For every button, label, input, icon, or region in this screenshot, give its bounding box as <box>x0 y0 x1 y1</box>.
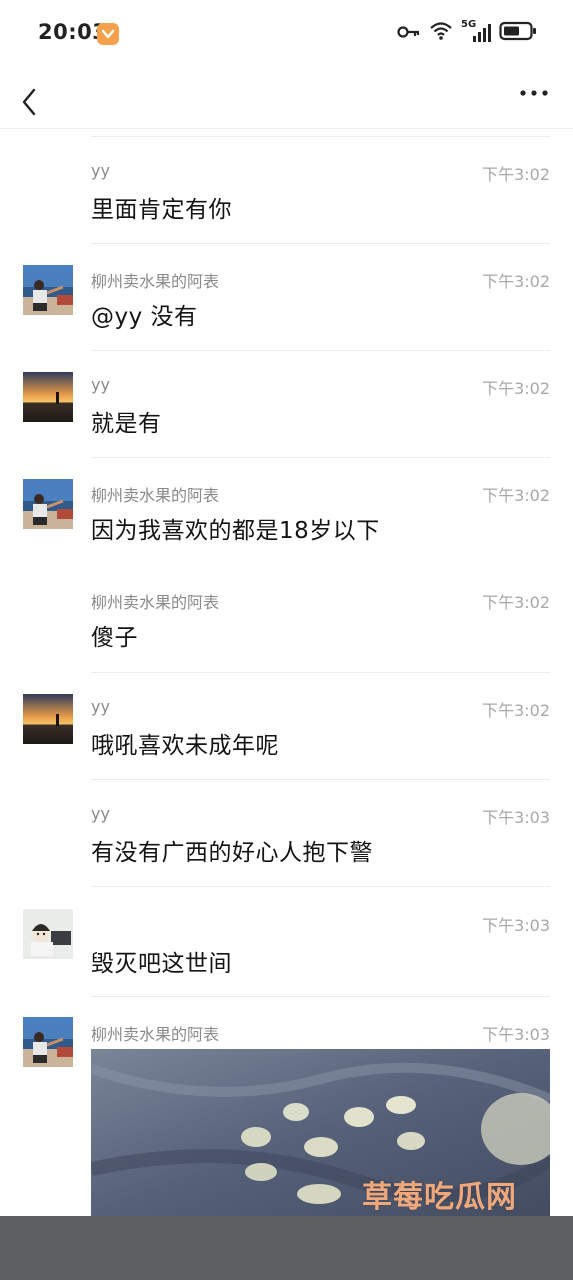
message-text: 有没有广西的好心人抱下警 <box>91 840 373 866</box>
wifi-icon <box>429 21 453 45</box>
avatar-man-by-sea[interactable] <box>23 1017 73 1067</box>
message-text: 哦吼喜欢未成年呢 <box>91 733 279 759</box>
message-text: 就是有 <box>91 411 162 437</box>
divider <box>91 350 550 351</box>
message-time: 下午3:03 <box>482 916 550 935</box>
divider <box>91 996 550 997</box>
divider <box>91 136 550 137</box>
battery-icon <box>499 21 537 45</box>
divider <box>91 886 550 887</box>
cellular-signal-icon: 5G <box>461 19 491 44</box>
sender-name: 柳州卖水果的阿表 <box>91 1025 220 1044</box>
status-icons: 5G <box>397 19 537 45</box>
more-horizontal-icon <box>520 90 548 96</box>
message-text: 傻子 <box>91 625 138 651</box>
avatar-sunset[interactable] <box>23 372 73 422</box>
message-time: 下午3:02 <box>482 701 550 720</box>
message-time: 下午3:02 <box>482 486 550 505</box>
sender-name: yy <box>91 804 110 823</box>
message-text: @yy 没有 <box>91 304 198 330</box>
vpn-key-icon <box>397 24 421 43</box>
divider <box>91 243 550 244</box>
sender-name: 柳州卖水果的阿表 <box>91 486 220 505</box>
avatar-man-by-sea[interactable] <box>23 479 73 529</box>
message-time: 下午3:03 <box>482 808 550 827</box>
divider <box>91 779 550 780</box>
navigation-bar <box>0 66 573 129</box>
divider <box>91 672 550 673</box>
avatar-man-by-sea[interactable] <box>23 265 73 315</box>
sender-name: yy <box>91 161 110 180</box>
avatar-sunset[interactable] <box>23 694 73 744</box>
watermark-text: 草莓吃瓜网 <box>362 1180 517 1215</box>
sender-name: 柳州卖水果的阿表 <box>91 272 220 291</box>
avatar-cartoon-person[interactable] <box>23 909 73 959</box>
sender-name: yy <box>91 375 110 394</box>
message-time: 下午3:02 <box>482 593 550 612</box>
sender-name: 柳州卖水果的阿表 <box>91 593 220 612</box>
chevron-left-icon <box>22 88 36 116</box>
app-notification-icon <box>97 23 119 45</box>
back-button[interactable] <box>14 76 50 116</box>
sender-name: yy <box>91 697 110 716</box>
divider <box>91 457 550 458</box>
message-text: 里面肯定有你 <box>91 197 232 223</box>
status-bar: 20:03 5G <box>0 0 573 66</box>
message-text: 因为我喜欢的都是18岁以下 <box>91 518 380 544</box>
message-time: 下午3:02 <box>482 379 550 398</box>
message-text: 毁灭吧这世间 <box>91 951 232 977</box>
message-time: 下午3:02 <box>482 165 550 184</box>
more-options-button[interactable] <box>519 80 551 112</box>
bottom-bar <box>0 1216 573 1280</box>
message-time: 下午3:02 <box>482 272 550 291</box>
message-time: 下午3:03 <box>482 1025 550 1044</box>
